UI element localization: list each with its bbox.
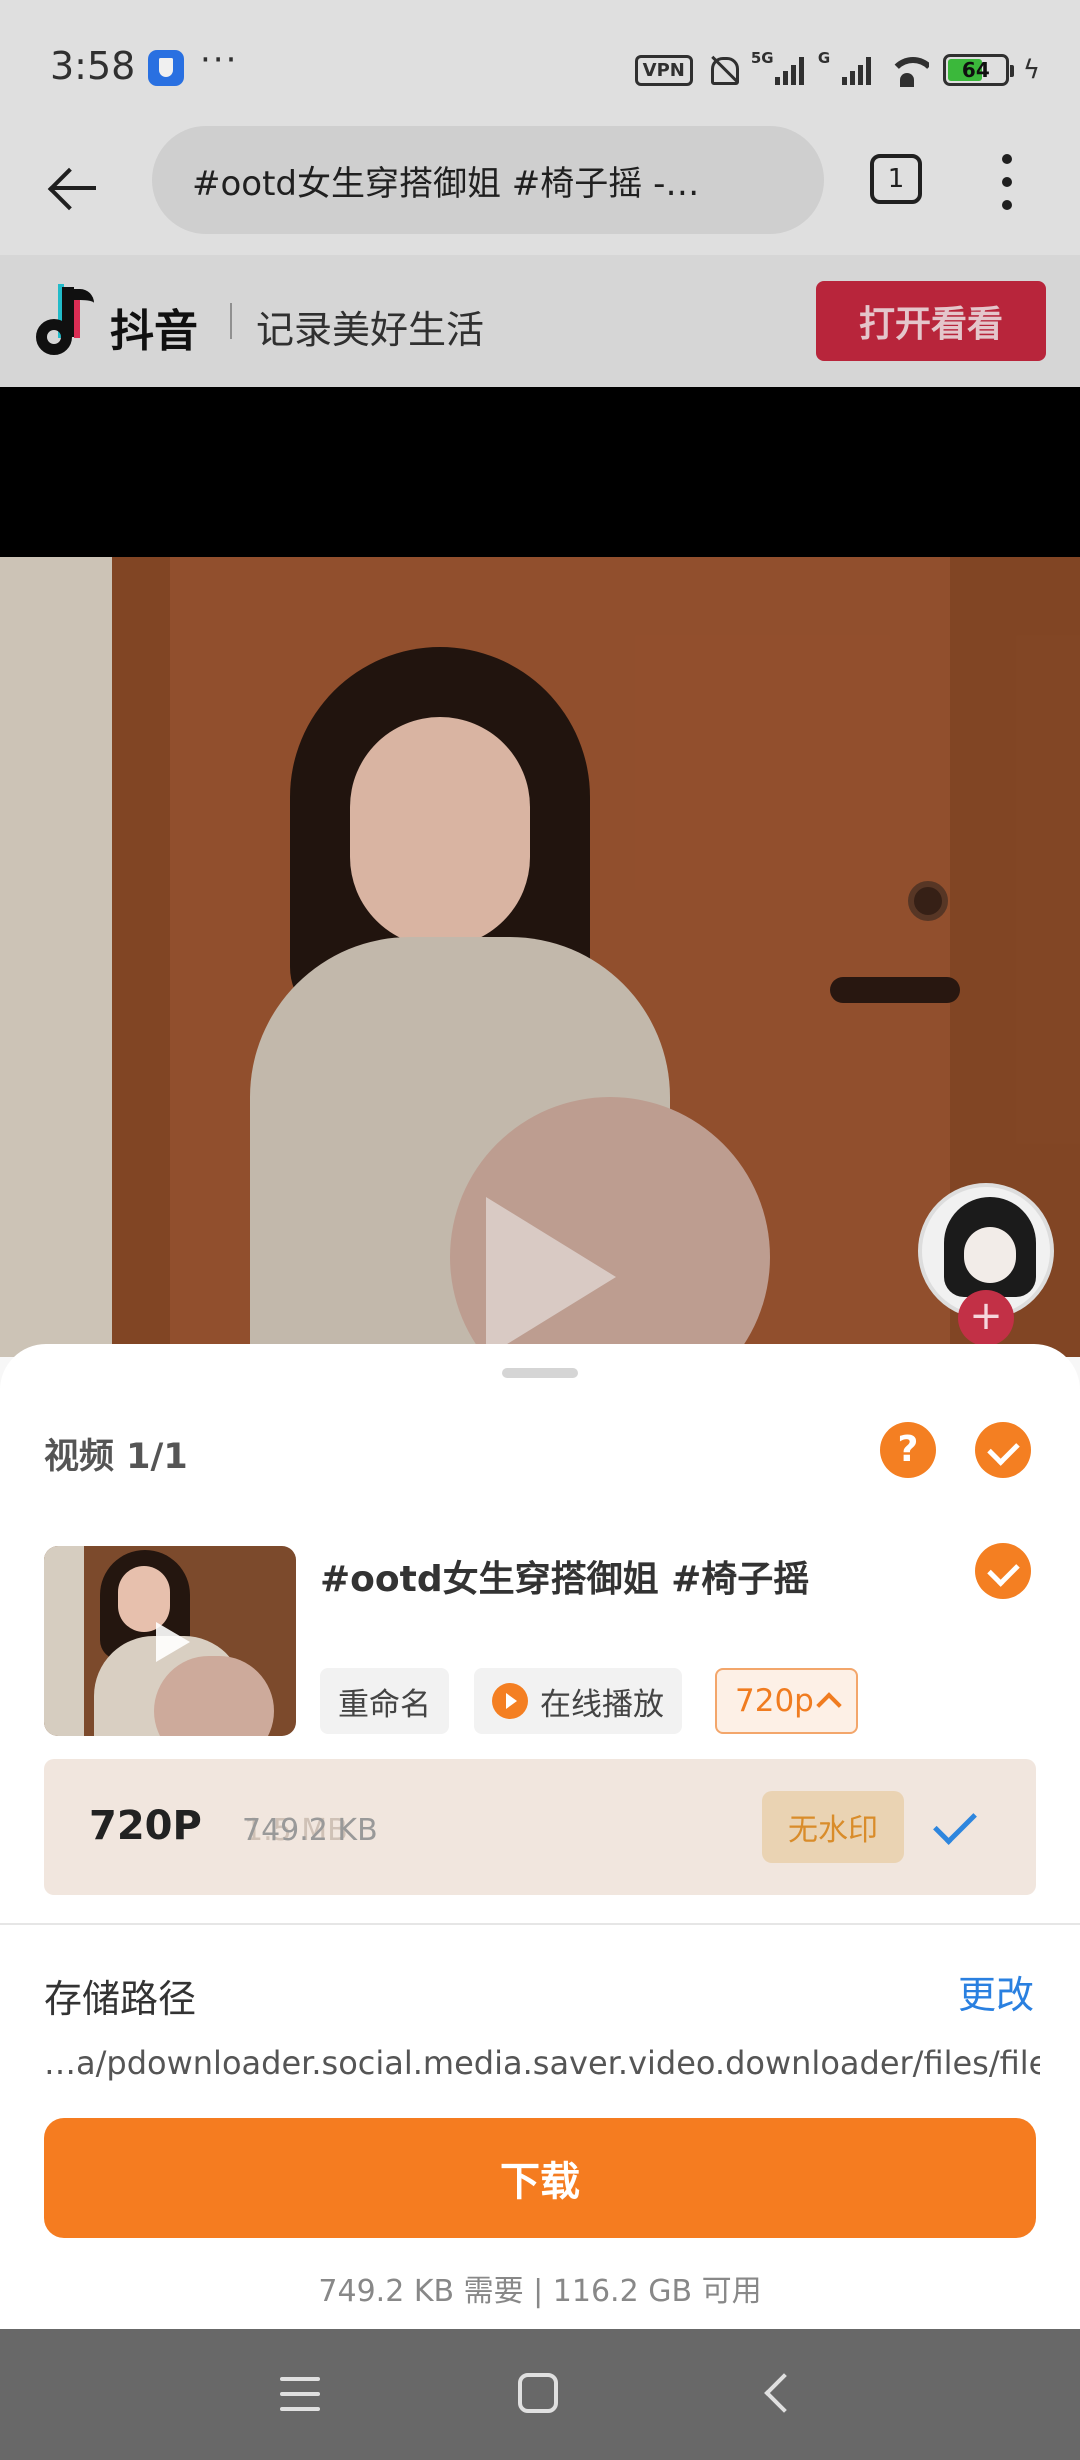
chevron-up-icon [816, 1692, 842, 1718]
select-all-check-icon[interactable] [975, 1422, 1031, 1478]
video-thumbnail[interactable] [44, 1546, 296, 1736]
quality-option-720p[interactable]: 720P 1.5 MB 749.2 KB 无水印 [44, 1759, 1036, 1895]
play-online-button[interactable]: 在线播放 [474, 1668, 682, 1734]
storage-path-label: 存储路径 [44, 1977, 197, 2021]
quality-chip-label: 720p [735, 1683, 814, 1719]
storage-path-value: …a/pdownloader.social.media.saver.video.… [44, 2044, 1040, 2082]
quality-label: 720P [89, 1803, 202, 1849]
thumbnail-play-icon [156, 1622, 190, 1662]
dim-overlay [0, 0, 1080, 1357]
change-path-link[interactable]: 更改 [958, 1964, 1034, 2019]
rename-button[interactable]: 重命名 [320, 1668, 449, 1734]
file-size: 749.2 KB [242, 1813, 378, 1848]
home-icon[interactable] [518, 2373, 558, 2413]
check-icon [933, 1801, 977, 1845]
system-nav-bar [0, 2329, 1080, 2460]
video-count-title: 视频 1/1 [44, 1437, 188, 1477]
rename-label: 重命名 [338, 1686, 431, 1723]
follow-plus-icon[interactable]: + [958, 1290, 1014, 1346]
item-check-icon[interactable] [975, 1543, 1031, 1599]
download-sheet: 视频 1/1 ? #ootd女生穿搭御姐 #椅子摇 重命名 在线播放 720p … [0, 1344, 1080, 2329]
quality-dropdown[interactable]: 720p [715, 1668, 858, 1734]
help-icon[interactable]: ? [880, 1422, 936, 1478]
storage-info: 749.2 KB 需要 | 116.2 GB 可用 [318, 2274, 762, 2309]
download-button[interactable]: 下载 [44, 2118, 1036, 2238]
play-online-label: 在线播放 [540, 1686, 664, 1723]
divider [0, 1923, 1080, 1925]
nav-back-icon[interactable] [764, 2373, 804, 2413]
play-circle-icon [492, 1683, 528, 1719]
no-watermark-badge: 无水印 [762, 1791, 904, 1863]
video-title: #ootd女生穿搭御姐 #椅子摇 [320, 1559, 810, 1600]
drag-handle[interactable] [502, 1368, 578, 1378]
menu-icon[interactable] [280, 2377, 320, 2411]
